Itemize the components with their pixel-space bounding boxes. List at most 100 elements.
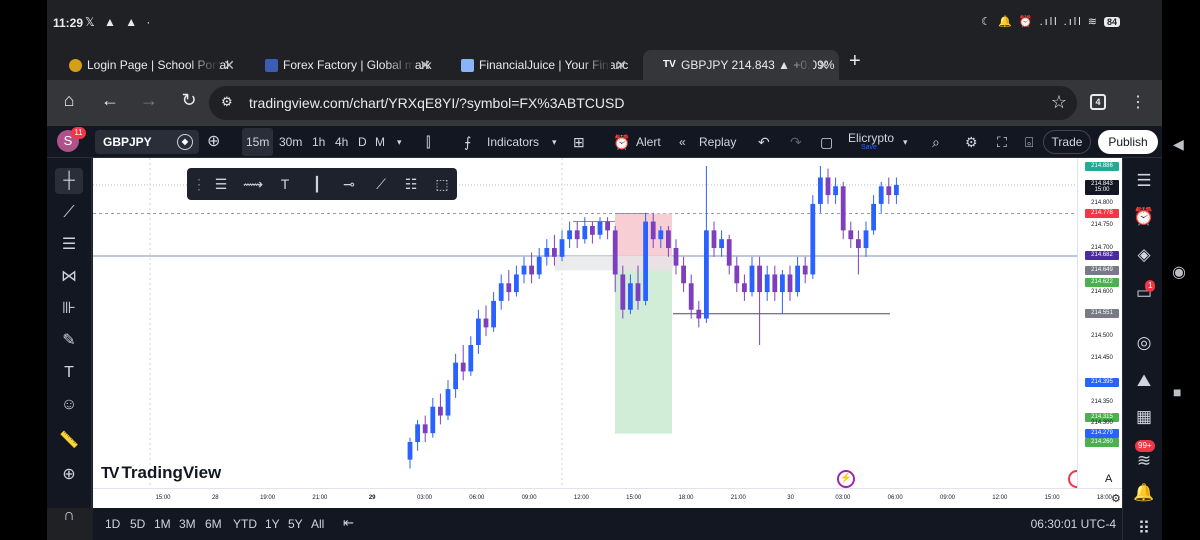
date-range-calendar-icon[interactable]: ⇤ bbox=[343, 515, 354, 531]
timeframe-d[interactable]: D bbox=[358, 132, 367, 152]
range-3m[interactable]: 3M bbox=[179, 517, 196, 531]
range-5d[interactable]: 5D bbox=[130, 517, 145, 531]
undo-icon[interactable]: ↶ bbox=[758, 132, 770, 152]
timeframe-15m[interactable]: 15m bbox=[242, 128, 274, 156]
layout-square-icon[interactable]: ▢ bbox=[820, 132, 833, 152]
calendar-icon[interactable]: ▦ bbox=[1131, 404, 1157, 430]
fib-retracement-icon[interactable]: ☰ bbox=[55, 232, 83, 258]
home-circle-icon[interactable]: ◉ bbox=[1172, 262, 1186, 282]
zoom-in-icon[interactable]: ⊕ bbox=[55, 462, 83, 488]
timeframe-1h[interactable]: 1h bbox=[312, 132, 325, 152]
range-6m[interactable]: 6M bbox=[205, 517, 222, 531]
home-icon[interactable]: ⌂ bbox=[56, 90, 82, 111]
compare-plus-icon[interactable]: ⊕ bbox=[207, 132, 220, 152]
close-icon[interactable]: ✕ bbox=[419, 50, 431, 80]
brush-icon[interactable]: ✎ bbox=[55, 328, 83, 354]
drag-handle-icon[interactable]: ⋮ bbox=[189, 174, 209, 194]
range-1m[interactable]: 1M bbox=[154, 517, 171, 531]
template-icon[interactable]: ☰ bbox=[211, 174, 231, 194]
alerts-clock-icon[interactable]: ⏰ bbox=[1131, 204, 1157, 230]
close-icon[interactable]: ✕ bbox=[817, 50, 829, 80]
indicators-chevron-icon[interactable]: ▾ bbox=[552, 132, 557, 152]
new-tab-icon[interactable]: + bbox=[849, 50, 861, 73]
range-all[interactable]: All bbox=[311, 517, 324, 531]
ideas-target-icon[interactable]: ◎ bbox=[1131, 330, 1157, 356]
trend-line-icon[interactable]: ⟋ bbox=[55, 200, 83, 226]
symbol-search-button[interactable]: GBPJPY ◆ bbox=[95, 130, 199, 154]
indicators-button[interactable]: Indicators bbox=[487, 132, 539, 152]
select-box-icon[interactable]: ⬚ bbox=[432, 174, 452, 194]
reload-icon[interactable]: ↻ bbox=[176, 90, 202, 111]
publish-button[interactable]: Publish bbox=[1098, 130, 1158, 154]
back-arrow-icon[interactable]: ← bbox=[97, 90, 123, 111]
fullscreen-icon[interactable]: ⛶ bbox=[997, 132, 1007, 152]
timeframe-dropdown-chevron-icon[interactable]: ▾ bbox=[397, 132, 402, 152]
streams-icon[interactable]: ≋ bbox=[1131, 448, 1157, 474]
range-1y[interactable]: 1Y bbox=[265, 517, 280, 531]
floating-drawing-toolbar[interactable]: ⋮ ☰ ⟿ T ┃ ⊸ ⟋ ☷ ⬚ bbox=[187, 168, 457, 200]
chart-settings-icon[interactable]: ⚙ bbox=[1111, 492, 1121, 505]
address-bar[interactable]: ⚙ tradingview.com/chart/YRXqE8YI/?symbol… bbox=[209, 86, 1077, 120]
system-navigation-bar: ◀ ◉ ■ bbox=[1162, 0, 1200, 540]
text-tool-icon[interactable]: T bbox=[55, 360, 83, 386]
pulse-icon[interactable]: ⛰ bbox=[1131, 368, 1157, 394]
timeframe-30m[interactable]: 30m bbox=[279, 132, 302, 152]
quick-search-icon[interactable]: ⌕ bbox=[932, 132, 940, 152]
alert-button[interactable]: Alert bbox=[636, 132, 661, 152]
save-label[interactable]: Save bbox=[861, 144, 877, 151]
time-axis[interactable]: A L ⚙ 15:002819:0021:002903:0006:0009:00… bbox=[93, 473, 1162, 508]
settings-icon[interactable]: ☷ bbox=[401, 174, 421, 194]
trade-button[interactable]: Trade bbox=[1043, 130, 1091, 154]
auto-scale-toggle[interactable]: A bbox=[1105, 473, 1112, 485]
range-5y[interactable]: 5Y bbox=[288, 517, 303, 531]
replay-button[interactable]: Replay bbox=[699, 132, 736, 152]
settings-gear-icon[interactable]: ⚙ bbox=[965, 132, 978, 152]
magnet-icon[interactable]: ∩ bbox=[55, 503, 83, 529]
tab-gbpjpy[interactable]: TV GBPJPY 214.843 ▲ +0.09% ✕ bbox=[643, 50, 839, 80]
price-chart[interactable]: ⋮ ☰ ⟿ T ┃ ⊸ ⟋ ☷ ⬚ TV TradingView ⚡ bbox=[93, 158, 1077, 488]
timeframe-4h[interactable]: 4h bbox=[335, 132, 348, 152]
patterns-icon[interactable]: ⋈ bbox=[55, 264, 83, 290]
icons-smiley-icon[interactable]: ☺ bbox=[55, 392, 83, 418]
prediction-tools-icon[interactable]: ⊪ bbox=[55, 296, 83, 322]
tab-financial-juice[interactable]: FinancialJuice | Your Financ ✕ bbox=[441, 50, 637, 80]
ruler-icon[interactable]: 📏 bbox=[55, 428, 83, 454]
line-width-icon[interactable]: ┃ bbox=[307, 174, 327, 194]
lightning-event-icon[interactable]: ⚡ bbox=[837, 470, 855, 488]
close-icon[interactable]: ✕ bbox=[615, 50, 627, 80]
redo-icon[interactable]: ↷ bbox=[790, 132, 802, 152]
tab-forex-factory[interactable]: Forex Factory | Global mark ✕ bbox=[245, 50, 441, 80]
site-settings-icon[interactable]: ⚙ bbox=[221, 94, 233, 110]
crosshair-icon[interactable]: ┼ bbox=[55, 168, 83, 194]
indicators-icon[interactable]: ⨍ bbox=[464, 132, 471, 152]
range-ytd[interactable]: YTD bbox=[233, 517, 257, 531]
candles-type-icon[interactable]: ⫿ bbox=[426, 132, 430, 152]
back-triangle-icon[interactable]: ◀ bbox=[1173, 136, 1184, 153]
more-apps-icon[interactable]: ⠿ bbox=[1131, 516, 1157, 540]
line-style-icon[interactable]: ⊸ bbox=[339, 174, 359, 194]
price-axis[interactable]: 214.886 214.843 15:00 214.800 214.778 214.750… bbox=[1077, 158, 1122, 488]
watchlist-icon[interactable]: ☰ bbox=[1131, 168, 1157, 194]
left-drawing-toolbar: ┼ ⟋ ☰ ⋈ ⊪ ✎ T ☺ 📏 ⊕ ∩ bbox=[47, 158, 92, 524]
text-color-icon[interactable]: T bbox=[275, 174, 295, 194]
snapshot-camera-icon[interactable]: ⌻ bbox=[1025, 132, 1033, 152]
tab-school-portal[interactable]: Login Page | School Portal ✕ bbox=[49, 50, 245, 80]
replay-icon[interactable]: « bbox=[679, 132, 686, 152]
recents-square-icon[interactable]: ■ bbox=[1173, 384, 1181, 400]
line-color-icon[interactable]: ⟿ bbox=[243, 174, 263, 194]
timeframe-m[interactable]: M bbox=[375, 132, 385, 152]
alert-clock-icon[interactable]: ⏰ bbox=[613, 132, 630, 152]
chart-canvas[interactable] bbox=[93, 158, 1077, 488]
templates-grid-icon[interactable]: ⊞ bbox=[573, 132, 585, 152]
close-icon[interactable]: ✕ bbox=[223, 50, 235, 80]
more-menu-icon[interactable]: ⋮ bbox=[1130, 92, 1146, 112]
range-1d[interactable]: 1D bbox=[105, 517, 120, 531]
object-tree-icon[interactable]: ◈ bbox=[1131, 242, 1157, 268]
bookmark-star-icon[interactable]: ☆ bbox=[1051, 92, 1067, 113]
forward-arrow-icon[interactable]: → bbox=[136, 90, 162, 111]
tab-switcher-icon[interactable]: 4 bbox=[1090, 94, 1106, 110]
utc-clock[interactable]: 06:30:01 UTC-4 bbox=[1031, 517, 1116, 531]
notifications-bell-icon[interactable]: 🔔 bbox=[1131, 480, 1157, 506]
line-extend-icon[interactable]: ⟋ bbox=[371, 174, 391, 194]
layout-chevron-icon[interactable]: ▾ bbox=[903, 132, 908, 152]
